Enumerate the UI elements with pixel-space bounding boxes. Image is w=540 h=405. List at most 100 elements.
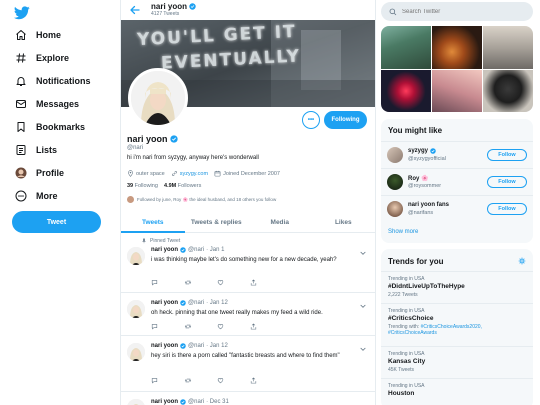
- share-icon[interactable]: [250, 278, 283, 286]
- settings-gear-icon[interactable]: [518, 257, 526, 265]
- nav-bookmarks[interactable]: Bookmarks: [14, 118, 85, 136]
- follow-button[interactable]: Follow: [487, 149, 527, 161]
- verified-badge-icon: [180, 399, 186, 405]
- more-options-button[interactable]: •••: [302, 111, 320, 129]
- suggestion-handle: @narifans: [408, 210, 434, 216]
- tweet[interactable]: nari yoon @nari · Jan 12 hey siri is the…: [121, 337, 375, 392]
- nav-label: Notifications: [36, 76, 91, 86]
- hashtag-icon: [14, 51, 28, 65]
- tweet-button[interactable]: Tweet: [12, 211, 101, 233]
- trend-item[interactable]: Trending in USA Houston: [381, 378, 533, 405]
- tweet[interactable]: nari yoon @nari · Dec 31: [121, 393, 375, 405]
- tweet-text: i was thinking maybe let's do something …: [151, 257, 337, 263]
- suggestion-name: syzygy: [408, 148, 429, 154]
- tweet-author[interactable]: nari yoon: [151, 399, 178, 405]
- search-bar[interactable]: [381, 2, 533, 21]
- suggestion-item[interactable]: nari yoon fans @narifans Follow: [381, 195, 533, 222]
- share-icon[interactable]: [250, 322, 283, 330]
- reply-icon[interactable]: [151, 322, 184, 330]
- retweet-icon[interactable]: [184, 322, 217, 330]
- suggestions-card: You might like syzygy @syzygyofficial Fo…: [381, 119, 533, 243]
- trend-item[interactable]: Trending in USA Kansas City 45K Tweets: [381, 346, 533, 378]
- following-stat[interactable]: 39 Following: [127, 183, 158, 189]
- tweet[interactable]: nari yoon @nari · Jan 12 oh heck. pinnin…: [121, 294, 375, 336]
- reply-icon[interactable]: [151, 278, 184, 286]
- media-thumb[interactable]: [381, 26, 431, 69]
- profile-header: nari yoon 4127 Tweets: [121, 0, 375, 20]
- nav-home[interactable]: Home: [14, 26, 61, 44]
- tweet-avatar[interactable]: [127, 300, 145, 318]
- show-more-link[interactable]: Show more: [388, 229, 418, 235]
- twitter-bird-icon[interactable]: [14, 6, 30, 20]
- media-thumb[interactable]: [381, 69, 431, 112]
- location-pin-icon: [128, 170, 133, 177]
- trend-name: #CriticsChoice: [388, 315, 434, 322]
- nav-label: Lists: [36, 145, 58, 155]
- follow-button[interactable]: Follow: [487, 176, 527, 188]
- followed-by[interactable]: Followed by june, Roy 🌸 the ideal husban…: [127, 196, 276, 203]
- tab-tweets-replies[interactable]: Tweets & replies: [185, 212, 249, 232]
- tweet-author[interactable]: nari yoon: [151, 300, 178, 306]
- nav-label: Messages: [36, 99, 80, 109]
- tab-tweets[interactable]: Tweets: [121, 212, 185, 233]
- following-button[interactable]: Following: [324, 111, 367, 129]
- nav-profile[interactable]: Profile: [14, 164, 64, 182]
- nav-more[interactable]: More: [14, 187, 58, 205]
- tweet-header: nari yoon @nari · Jan 12: [151, 343, 228, 349]
- media-thumb[interactable]: [483, 69, 533, 112]
- followers-stat[interactable]: 4.9M Followers: [164, 183, 201, 189]
- tweet-date[interactable]: · Jan 1: [206, 247, 224, 253]
- tweet-date[interactable]: · Jan 12: [206, 343, 228, 349]
- retweet-icon[interactable]: [184, 376, 217, 384]
- verified-badge-icon: [169, 135, 178, 143]
- tab-likes[interactable]: Likes: [312, 212, 376, 232]
- tweet-count: 4127 Tweets: [151, 11, 180, 17]
- media-thumb[interactable]: [483, 26, 533, 69]
- website[interactable]: syzygy.com: [171, 170, 208, 177]
- nav-label: Profile: [36, 168, 65, 178]
- suggestion-item[interactable]: Roy 🌸 @roysommer Follow: [381, 168, 533, 195]
- pin-icon: [142, 238, 146, 244]
- trend-item[interactable]: Trending in USA #DidntLiveUpToTheHype 2,…: [381, 271, 533, 303]
- tweet-handle: @nari: [188, 343, 205, 349]
- reply-icon[interactable]: [151, 376, 184, 384]
- like-icon[interactable]: [217, 322, 250, 330]
- suggestion-avatar: [387, 174, 403, 190]
- website-link[interactable]: syzygy.com: [180, 171, 208, 177]
- trend-name: #DidntLiveUpToTheHype: [388, 283, 465, 290]
- media-thumb[interactable]: [432, 26, 482, 69]
- verified-badge-icon: [180, 247, 186, 253]
- tweet-avatar[interactable]: [127, 343, 145, 361]
- follow-button[interactable]: Follow: [487, 203, 527, 215]
- suggestion-item[interactable]: syzygy @syzygyofficial Follow: [381, 141, 533, 168]
- back-arrow-icon[interactable]: [129, 4, 141, 16]
- nav-messages[interactable]: Messages: [14, 95, 79, 113]
- media-thumb[interactable]: [432, 69, 482, 112]
- search-input[interactable]: [402, 8, 512, 15]
- tweet-avatar[interactable]: [127, 247, 145, 265]
- joined-date: Joined December 2007: [214, 170, 280, 177]
- tweet-date[interactable]: · Dec 31: [206, 399, 229, 405]
- like-icon[interactable]: [217, 376, 250, 384]
- tab-media[interactable]: Media: [248, 212, 312, 232]
- nav-notifications[interactable]: Notifications: [14, 72, 91, 90]
- tweet[interactable]: Pinned Tweet nari yoon @nari · Jan 1 i w…: [121, 234, 375, 293]
- tweet-author[interactable]: nari yoon: [151, 343, 178, 349]
- share-icon[interactable]: [250, 376, 283, 384]
- trend-count: 2,222 Tweets: [388, 292, 418, 298]
- nav-lists[interactable]: Lists: [14, 141, 57, 159]
- profile-tabs: Tweets Tweets & replies Media Likes: [121, 212, 375, 233]
- tweet-avatar[interactable]: [127, 399, 145, 405]
- retweet-icon[interactable]: [184, 278, 217, 286]
- more-circle-icon: [14, 189, 28, 203]
- nav-label: Explore: [36, 53, 70, 63]
- media-grid: [381, 26, 533, 112]
- like-icon[interactable]: [217, 278, 250, 286]
- tweet-date[interactable]: · Jan 12: [206, 300, 228, 306]
- profile-avatar[interactable]: [128, 68, 188, 128]
- suggestion-avatar: [387, 201, 403, 217]
- nav-explore[interactable]: Explore: [14, 49, 69, 67]
- tweet-author[interactable]: nari yoon: [151, 247, 178, 253]
- trend-item[interactable]: Trending in USA #CriticsChoice Trending …: [381, 303, 533, 346]
- tweet-avatar-image: [127, 399, 145, 405]
